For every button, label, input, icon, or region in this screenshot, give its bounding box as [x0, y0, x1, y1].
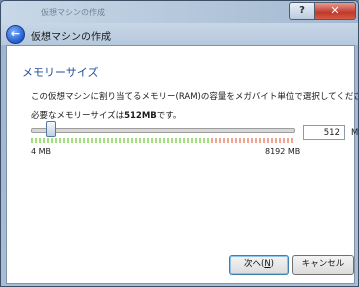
slider-tick [59, 138, 61, 143]
slider-tick [63, 138, 65, 143]
slider-tick [183, 138, 185, 143]
back-arrow-icon[interactable]: ← [6, 25, 25, 44]
slider-tick [187, 138, 189, 143]
slider-tick [147, 138, 149, 143]
dialog-window: 仮想マシンの作成 ? ✕ ← 仮想マシンの作成 メモリーサイズ この仮想マシンに… [0, 0, 359, 287]
wizard-header: ← 仮想マシンの作成 [1, 23, 358, 45]
help-button[interactable]: ? [289, 2, 315, 20]
slider-tick [275, 138, 277, 143]
slider-tick [247, 138, 249, 143]
slider-tick [203, 138, 205, 143]
slider-tick [39, 138, 41, 143]
slider-tick [223, 138, 225, 143]
slider-max-label: 8192 MB [265, 147, 301, 156]
slider-tick [107, 138, 109, 143]
slider-tick [251, 138, 253, 143]
slider-tick [123, 138, 125, 143]
slider-tick [31, 138, 33, 143]
slider-tick [267, 138, 269, 143]
slider-tick [103, 138, 105, 143]
slider-tick [283, 138, 285, 143]
memory-size-input[interactable]: 512 [303, 125, 345, 140]
slider-tick [111, 138, 113, 143]
slider-tick [279, 138, 281, 143]
slider-tick [215, 138, 217, 143]
description-text: この仮想マシンに割り当てるメモリー(RAM)の容量をメガバイト単位で選択してくだ… [31, 92, 359, 102]
slider-tick [115, 138, 117, 143]
requirement-suffix: です。 [156, 111, 182, 121]
slider-tick [191, 138, 193, 143]
slider-tick [263, 138, 265, 143]
section-title: メモリーサイズ [22, 66, 99, 79]
slider-tick [171, 138, 173, 143]
slider-tick [55, 138, 57, 143]
title-bar: 仮想マシンの作成 ? ✕ [1, 1, 358, 23]
slider-min-label: 4 MB [31, 147, 52, 156]
next-button[interactable]: 次へ(N) [229, 255, 289, 275]
slider-tick [271, 138, 273, 143]
requirement-text: 必要なメモリーサイズは512MBです。 [31, 109, 181, 121]
cancel-button[interactable]: キャンセル [292, 255, 354, 275]
slider-tick [151, 138, 153, 143]
slider-tick [83, 138, 85, 143]
slider-tick [139, 138, 141, 143]
slider-tick [243, 138, 245, 143]
close-button[interactable]: ✕ [314, 2, 356, 20]
slider-tick [35, 138, 37, 143]
slider-tick [199, 138, 201, 143]
next-button-suffix: ) [270, 259, 274, 269]
slider-tick [227, 138, 229, 143]
slider-tick [291, 138, 293, 143]
slider-tick [119, 138, 121, 143]
slider-ticks [31, 138, 295, 143]
slider-tick [207, 138, 209, 143]
memory-slider-thumb[interactable] [46, 121, 56, 137]
slider-tick [231, 138, 233, 143]
slider-tick [51, 138, 53, 143]
slider-tick [175, 138, 177, 143]
slider-tick [95, 138, 97, 143]
slider-tick [235, 138, 237, 143]
slider-tick [195, 138, 197, 143]
next-button-prefix: 次へ( [243, 259, 265, 269]
slider-tick [99, 138, 101, 143]
slider-tick [159, 138, 161, 143]
slider-tick [91, 138, 93, 143]
slider-tick [143, 138, 145, 143]
content-panel: メモリーサイズ この仮想マシンに割り当てるメモリー(RAM)の容量をメガバイト単… [6, 45, 358, 284]
slider-tick [131, 138, 133, 143]
memory-slider-track[interactable] [31, 128, 295, 133]
slider-tick [127, 138, 129, 143]
slider-tick [255, 138, 257, 143]
slider-tick [135, 138, 137, 143]
slider-tick [75, 138, 77, 143]
slider-tick [287, 138, 289, 143]
slider-tick [87, 138, 89, 143]
background-title-text: 仮想マシンの作成 [41, 8, 105, 17]
slider-tick [167, 138, 169, 143]
slider-tick [79, 138, 81, 143]
requirement-value: 512MB [124, 111, 157, 121]
slider-tick [163, 138, 165, 143]
window-title: 仮想マシンの作成 [31, 32, 111, 43]
slider-tick [67, 138, 69, 143]
slider-tick [259, 138, 261, 143]
requirement-prefix: 必要なメモリーサイズは [31, 111, 125, 121]
slider-tick [239, 138, 241, 143]
slider-tick [43, 138, 45, 143]
slider-tick [155, 138, 157, 143]
slider-tick [219, 138, 221, 143]
memory-unit-label: MB [351, 128, 359, 138]
slider-tick [71, 138, 73, 143]
slider-tick [47, 138, 49, 143]
slider-tick [179, 138, 181, 143]
slider-tick [211, 138, 213, 143]
